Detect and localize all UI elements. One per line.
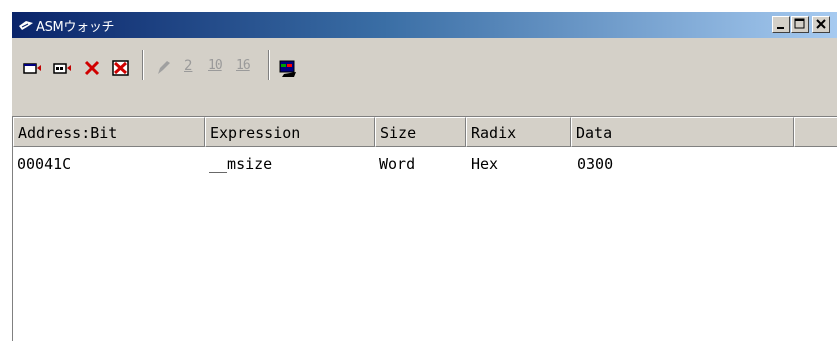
watch-table: Address:Bit Expression Size Radix Data 0… — [12, 116, 837, 341]
cell-data: 0300 — [577, 155, 614, 173]
add-watch-alt-icon[interactable] — [52, 58, 74, 78]
maximize-button[interactable] — [791, 16, 809, 33]
settings-icon[interactable] — [278, 58, 300, 78]
title-bar[interactable]: ASMウォッチ — [12, 12, 837, 38]
radix-10-icon[interactable]: 10 — [208, 58, 230, 78]
asm-watch-window: ASMウォッチ 2 10 16 Address:Bit Expression S… — [10, 10, 837, 341]
edit-icon[interactable] — [152, 58, 174, 78]
cell-size: Word — [379, 155, 416, 173]
delete-icon[interactable] — [82, 58, 104, 78]
minimize-button[interactable] — [772, 16, 790, 33]
maximize-icon — [794, 18, 805, 29]
cell-address: 00041C — [17, 155, 72, 173]
cell-expression: __msize — [209, 155, 273, 173]
radix-2-icon[interactable]: 2 — [184, 58, 202, 78]
column-header-expression[interactable]: Expression — [205, 117, 375, 147]
toolbar-separator — [142, 50, 144, 80]
close-icon — [816, 19, 826, 29]
radix-16-icon[interactable]: 16 — [236, 58, 258, 78]
cell-radix: Hex — [471, 155, 499, 173]
delete-all-icon[interactable] — [110, 58, 132, 78]
app-icon — [19, 21, 33, 30]
minimize-icon — [777, 27, 784, 29]
column-header-radix[interactable]: Radix — [466, 117, 571, 147]
close-button[interactable] — [812, 16, 830, 33]
column-header-address[interactable]: Address:Bit — [13, 117, 205, 147]
column-header-empty[interactable] — [794, 117, 837, 147]
add-watch-icon[interactable] — [22, 58, 44, 78]
column-header-data[interactable]: Data — [571, 117, 794, 147]
window-title: ASMウォッチ — [36, 20, 115, 35]
column-header-size[interactable]: Size — [375, 117, 466, 147]
toolbar-separator — [268, 50, 270, 80]
